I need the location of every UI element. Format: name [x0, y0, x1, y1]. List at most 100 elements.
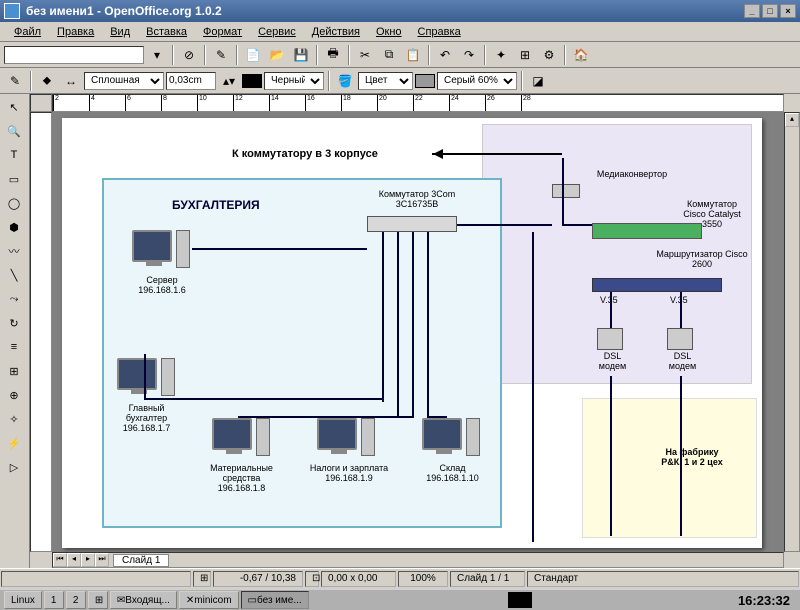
taxes-pc[interactable]	[317, 418, 357, 450]
print-icon[interactable]: 🖶	[322, 44, 344, 66]
menu-file[interactable]: Файл	[8, 24, 47, 40]
presentation-icon[interactable]: ▷	[2, 456, 26, 478]
menu-format[interactable]: Формат	[197, 24, 248, 40]
fill-type-select[interactable]: Цвет	[358, 72, 413, 90]
line-style-select[interactable]: Сплошная	[84, 72, 164, 90]
clock[interactable]: 16:23:32	[732, 593, 796, 608]
select-tool-icon[interactable]: ↖	[2, 96, 26, 118]
desktop-1-button[interactable]: 1	[44, 591, 64, 609]
status-slide: Слайд 1 / 1	[450, 571, 525, 587]
line-color-select[interactable]: Черный	[264, 72, 324, 90]
tray-icon[interactable]: ⊞	[88, 591, 108, 609]
menu-tools[interactable]: Сервис	[252, 24, 302, 40]
connector-tool-icon[interactable]: ⤳	[2, 288, 26, 310]
factory-zone[interactable]	[582, 398, 757, 538]
line-end-icon[interactable]: ⬥	[36, 70, 58, 92]
canvas[interactable]: К коммутатору в 3 корпусе БУХГАЛТЕРИЯ Ме…	[52, 112, 784, 552]
menu-insert[interactable]: Вставка	[140, 24, 193, 40]
url-input[interactable]	[4, 46, 144, 64]
interaction-icon[interactable]: ⚡	[2, 432, 26, 454]
cisco-router-device[interactable]	[592, 278, 722, 292]
gallery-icon[interactable]: 🏠	[570, 44, 592, 66]
dsl-modem-1[interactable]	[597, 328, 623, 350]
menu-view[interactable]: Вид	[104, 24, 136, 40]
paste-icon[interactable]: 📋	[402, 44, 424, 66]
minimize-button[interactable]: _	[744, 4, 760, 18]
insert-tool-icon[interactable]: ⊕	[2, 384, 26, 406]
tab-last-icon[interactable]: ⏭	[95, 553, 109, 567]
dropdown-icon[interactable]: ▾	[146, 44, 168, 66]
arrange-tool-icon[interactable]: ⊞	[2, 360, 26, 382]
arrow-tool-icon[interactable]: ✎	[4, 70, 26, 92]
fill-color-swatch[interactable]	[415, 74, 435, 88]
switch-3com-device[interactable]	[367, 216, 457, 232]
undo-icon[interactable]: ↶	[434, 44, 456, 66]
warehouse-pc[interactable]	[422, 418, 462, 450]
ruler-vertical[interactable]	[30, 112, 52, 552]
task-1[interactable]: ✉ Входящ...	[110, 591, 177, 609]
line-width-input[interactable]	[166, 72, 216, 90]
status-zoom[interactable]: 100%	[398, 571, 448, 587]
chief-pc[interactable]	[117, 358, 157, 390]
materials-pc[interactable]	[212, 418, 252, 450]
rotate-tool-icon[interactable]: ↻	[2, 312, 26, 334]
cisco-switch-device[interactable]	[592, 223, 702, 239]
open-icon[interactable]: 📂	[266, 44, 288, 66]
effects-tool-icon[interactable]: ✧	[2, 408, 26, 430]
navigator-icon[interactable]: ✦	[490, 44, 512, 66]
rect-tool-icon[interactable]: ▭	[2, 168, 26, 190]
status-msg	[1, 571, 191, 587]
chief-tower[interactable]	[161, 358, 175, 396]
menu-edit[interactable]: Правка	[51, 24, 100, 40]
server-tower[interactable]	[176, 230, 190, 268]
materials-tower[interactable]	[256, 418, 270, 456]
horizontal-scrollbar[interactable]: ⏮ ◂ ▸ ⏭ Слайд 1	[52, 552, 784, 568]
menu-help[interactable]: Справка	[412, 24, 467, 40]
factory-label: На фабрику Р&К, 1 и 2 цех	[642, 448, 742, 468]
tab-next-icon[interactable]: ▸	[81, 553, 95, 567]
menu-window[interactable]: Окно	[370, 24, 408, 40]
desktop-2-button[interactable]: 2	[66, 591, 86, 609]
vertical-scrollbar[interactable]: ▴	[784, 112, 800, 552]
ruler-horizontal[interactable]: 24 68 1012 1416 1820 2224 2628	[52, 94, 784, 112]
scroll-up-icon[interactable]: ▴	[785, 113, 799, 127]
fill-icon[interactable]: 🪣	[334, 70, 356, 92]
save-icon[interactable]: 💾	[290, 44, 312, 66]
slide-tab[interactable]: Слайд 1	[113, 554, 169, 567]
task-2[interactable]: ✕ minicom	[179, 591, 239, 609]
maximize-button[interactable]: □	[762, 4, 778, 18]
edit-icon[interactable]: ✎	[210, 44, 232, 66]
line-color-swatch[interactable]	[242, 74, 262, 88]
line-tool-icon[interactable]: ╲	[2, 264, 26, 286]
taxes-tower[interactable]	[361, 418, 375, 456]
new-icon[interactable]: 📄	[242, 44, 264, 66]
task-3-active[interactable]: ▭ без име...	[241, 591, 309, 609]
dsl-modem-2[interactable]	[667, 328, 693, 350]
fill-color-select[interactable]: Серый 60%	[437, 72, 517, 90]
menu-actions[interactable]: Действия	[306, 24, 366, 40]
hyperlink-icon[interactable]: ⚙	[538, 44, 560, 66]
text-tool-icon[interactable]: T	[2, 144, 26, 166]
tray-indicator-icon[interactable]	[508, 592, 532, 608]
zoom-tool-icon[interactable]: 🔍	[2, 120, 26, 142]
start-button[interactable]: Linux	[4, 591, 42, 609]
align-tool-icon[interactable]: ≡	[2, 336, 26, 358]
close-button[interactable]: ×	[780, 4, 796, 18]
tab-first-icon[interactable]: ⏮	[53, 553, 67, 567]
tab-prev-icon[interactable]: ◂	[67, 553, 81, 567]
stop-icon[interactable]: ⊘	[178, 44, 200, 66]
line-arrow-icon[interactable]: ↔	[60, 70, 82, 92]
width-spinner[interactable]: ▴▾	[218, 70, 240, 92]
ellipse-tool-icon[interactable]: ◯	[2, 192, 26, 214]
slide-page[interactable]: К коммутатору в 3 корпусе БУХГАЛТЕРИЯ Ме…	[62, 118, 762, 548]
cut-icon[interactable]: ✂	[354, 44, 376, 66]
copy-icon[interactable]: ⧉	[378, 44, 400, 66]
curve-tool-icon[interactable]: 〰	[2, 240, 26, 262]
mediaconv-device[interactable]	[552, 184, 580, 198]
chart-icon[interactable]: ⊞	[514, 44, 536, 66]
redo-icon[interactable]: ↷	[458, 44, 480, 66]
warehouse-tower[interactable]	[466, 418, 480, 456]
shadow-icon[interactable]: ◪	[527, 70, 549, 92]
server-device[interactable]	[132, 230, 172, 262]
3d-tool-icon[interactable]: ⬢	[2, 216, 26, 238]
